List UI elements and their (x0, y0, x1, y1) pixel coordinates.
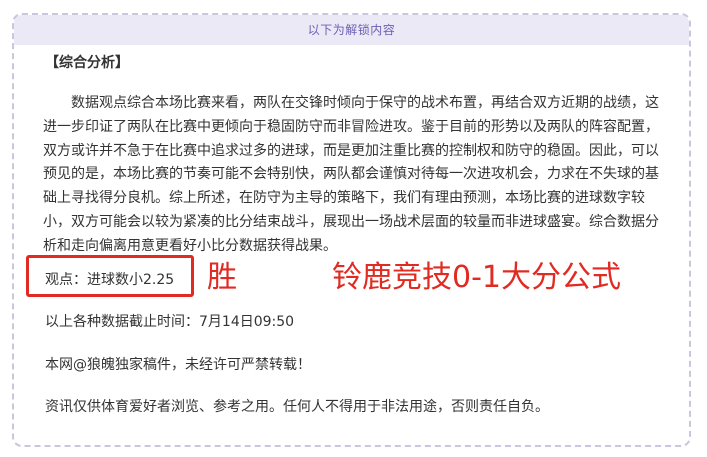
viewpoint-text: 观点：进球数小2.25 (45, 272, 175, 288)
copyright-notice: 本网@狼魄独家稿件，未经许可严禁转载！ (45, 357, 311, 373)
data-cutoff-time: 以上各种数据截止时间：7月14日09:50 (45, 314, 295, 330)
section-title: 【综合分析】 (45, 55, 129, 71)
disclaimer-text: 资讯仅供体育爱好者浏览、参考之用。任何人不得用于非法用途，否则责任自负。 (45, 399, 549, 415)
formula-annotation: 铃鹿竞技0-1大分公式 (332, 260, 621, 295)
unlock-header: 以下为解锁内容 (14, 15, 689, 45)
analysis-paragraph: 数据观点综合本场比赛来看，两队在交锋时倾向于保守的战术布置，再结合双方近期的战绩… (43, 95, 659, 254)
result-annotation: 胜 (207, 260, 237, 295)
